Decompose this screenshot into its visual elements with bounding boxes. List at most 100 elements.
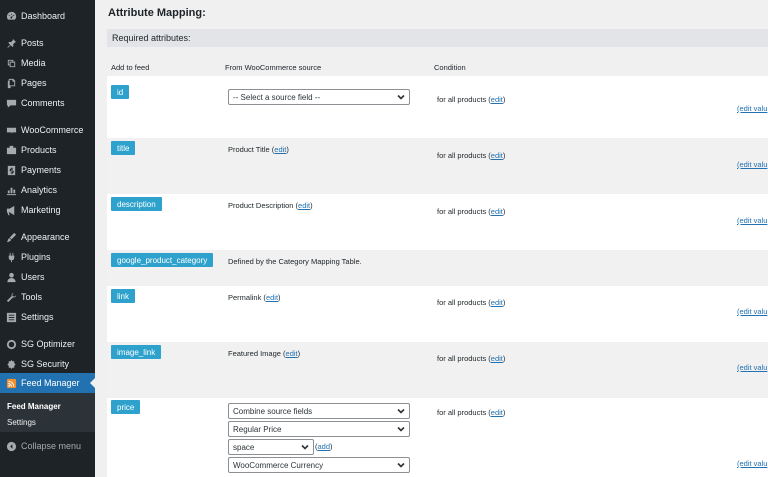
- menu-analytics[interactable]: Analytics: [0, 180, 95, 200]
- edit-value-link[interactable]: (edit valu: [737, 104, 767, 113]
- menu-pages[interactable]: Pages: [0, 73, 95, 93]
- condition-edit-link[interactable]: edit: [491, 408, 503, 417]
- menu-settings[interactable]: Settings: [0, 307, 95, 327]
- menu-label: Pages: [21, 78, 47, 88]
- menu-label: Plugins: [21, 252, 51, 262]
- menu-payments[interactable]: Payments: [0, 160, 95, 180]
- menu-label: SG Security: [21, 359, 70, 369]
- source-edit-link[interactable]: edit: [298, 201, 310, 210]
- collapse-icon: [5, 440, 17, 452]
- condition-edit-link[interactable]: edit: [491, 354, 503, 363]
- sg-security-icon: [5, 358, 17, 370]
- select-value: space: [233, 442, 255, 452]
- menu-media[interactable]: Media: [0, 53, 95, 73]
- table-row: google_product_category Defined by the C…: [107, 250, 768, 286]
- menu-posts[interactable]: Posts: [0, 33, 95, 53]
- attribute-tag-title[interactable]: title: [111, 141, 136, 155]
- collapse-menu-button[interactable]: Collapse menu: [0, 436, 95, 456]
- products-icon: [5, 144, 17, 156]
- source-text: Defined by the Category Mapping Table.: [228, 257, 362, 266]
- menu-label: Feed Manager: [21, 378, 80, 388]
- settings-icon: [5, 311, 17, 323]
- menu-marketing[interactable]: Marketing: [0, 200, 95, 220]
- separator-select[interactable]: space: [228, 439, 314, 455]
- menu-dashboard[interactable]: Dashboard: [0, 6, 95, 26]
- source-select-id[interactable]: -- Select a source field --: [228, 89, 410, 105]
- menu-label: Payments: [21, 165, 62, 175]
- add-field-link[interactable]: add: [318, 442, 331, 451]
- chevron-down-icon: [301, 443, 309, 451]
- attribute-tag-image-link[interactable]: image_link: [111, 345, 162, 359]
- menu-tools[interactable]: Tools: [0, 287, 95, 307]
- submenu-settings[interactable]: Settings: [7, 418, 36, 427]
- edit-value-link[interactable]: (edit valu: [737, 363, 767, 372]
- edit-value-link[interactable]: (edit valu: [737, 307, 767, 316]
- menu-label: Settings: [21, 312, 54, 322]
- tools-icon: [5, 291, 17, 303]
- menu-label: Appearance: [21, 232, 70, 242]
- source-text: Featured Image (edit): [228, 349, 301, 358]
- column-source: From WooCommerce source: [225, 63, 322, 72]
- attribute-tag-id[interactable]: id: [111, 85, 130, 99]
- media-icon: [5, 57, 17, 69]
- condition-text: for all products (edit): [437, 298, 506, 307]
- source-edit-link[interactable]: edit: [274, 145, 286, 154]
- submenu-feed-manager[interactable]: Feed Manager: [7, 402, 61, 411]
- currency-field-select[interactable]: WooCommerce Currency: [228, 457, 410, 473]
- condition-edit-link[interactable]: edit: [491, 298, 503, 307]
- menu-label: SG Optimizer: [21, 339, 76, 349]
- feed-manager-submenu: Feed Manager Settings: [0, 393, 95, 432]
- select-value: WooCommerce Currency: [233, 460, 324, 470]
- main-content: Attribute Mapping: Required attributes: …: [95, 0, 768, 477]
- table-row: price Combine source fields Regular Pric…: [107, 398, 768, 477]
- appearance-icon: [5, 231, 17, 243]
- menu-label: Dashboard: [21, 11, 66, 21]
- chevron-down-icon: [397, 407, 405, 415]
- menu-label: Users: [21, 272, 45, 282]
- collapse-label: Collapse menu: [21, 441, 82, 451]
- menu-feed-manager[interactable]: Feed Manager: [0, 373, 95, 393]
- table-row: title Product Title (edit) for all produ…: [107, 138, 768, 194]
- sg-optimizer-icon: [5, 338, 17, 350]
- attribute-tag-description[interactable]: description: [111, 197, 162, 211]
- select-value: -- Select a source field --: [233, 92, 321, 102]
- table-row: image_link Featured Image (edit) for all…: [107, 342, 768, 398]
- plugins-icon: [5, 251, 17, 263]
- menu-woocommerce[interactable]: WooCommerce: [0, 120, 95, 140]
- menu-sg-security[interactable]: SG Security: [0, 354, 95, 374]
- source-text: Product Description (edit): [228, 201, 313, 210]
- menu-sg-optimizer[interactable]: SG Optimizer: [0, 334, 95, 354]
- source-edit-link[interactable]: edit: [266, 293, 278, 302]
- condition-edit-link[interactable]: edit: [491, 207, 503, 216]
- analytics-icon: [5, 184, 17, 196]
- edit-value-link[interactable]: (edit valu: [737, 160, 767, 169]
- attribute-tag-link[interactable]: link: [111, 289, 136, 303]
- price-field-select[interactable]: Regular Price: [228, 421, 410, 437]
- menu-label: Media: [21, 58, 46, 68]
- required-attributes-bar: Required attributes:: [107, 29, 768, 47]
- edit-value-link[interactable]: (edit valu: [737, 216, 767, 225]
- chevron-down-icon: [397, 461, 405, 469]
- table-row: description Product Description (edit) f…: [107, 194, 768, 250]
- menu-products[interactable]: Products: [0, 140, 95, 160]
- menu-label: Analytics: [21, 185, 58, 195]
- condition-text: for all products (edit): [437, 408, 506, 417]
- menu-label: Products: [21, 145, 57, 155]
- menu-users[interactable]: Users: [0, 267, 95, 287]
- menu-plugins[interactable]: Plugins: [0, 247, 95, 267]
- condition-edit-link[interactable]: edit: [491, 95, 503, 104]
- condition-edit-link[interactable]: edit: [491, 151, 503, 160]
- chevron-down-icon: [397, 93, 405, 101]
- column-add-to-feed: Add to feed: [111, 63, 150, 72]
- attribute-tag-price[interactable]: price: [111, 400, 141, 414]
- menu-label: Posts: [21, 38, 44, 48]
- menu-label: Comments: [21, 98, 65, 108]
- table-row: link Permalink (edit) for all products (…: [107, 286, 768, 342]
- menu-comments[interactable]: Comments: [0, 93, 95, 113]
- attribute-tag-google-product-category[interactable]: google_product_category: [111, 253, 214, 267]
- combine-source-select[interactable]: Combine source fields: [228, 403, 410, 419]
- column-condition: Condition: [434, 63, 466, 72]
- edit-value-link[interactable]: (edit valu: [737, 459, 767, 468]
- menu-appearance[interactable]: Appearance: [0, 227, 95, 247]
- source-edit-link[interactable]: edit: [286, 349, 298, 358]
